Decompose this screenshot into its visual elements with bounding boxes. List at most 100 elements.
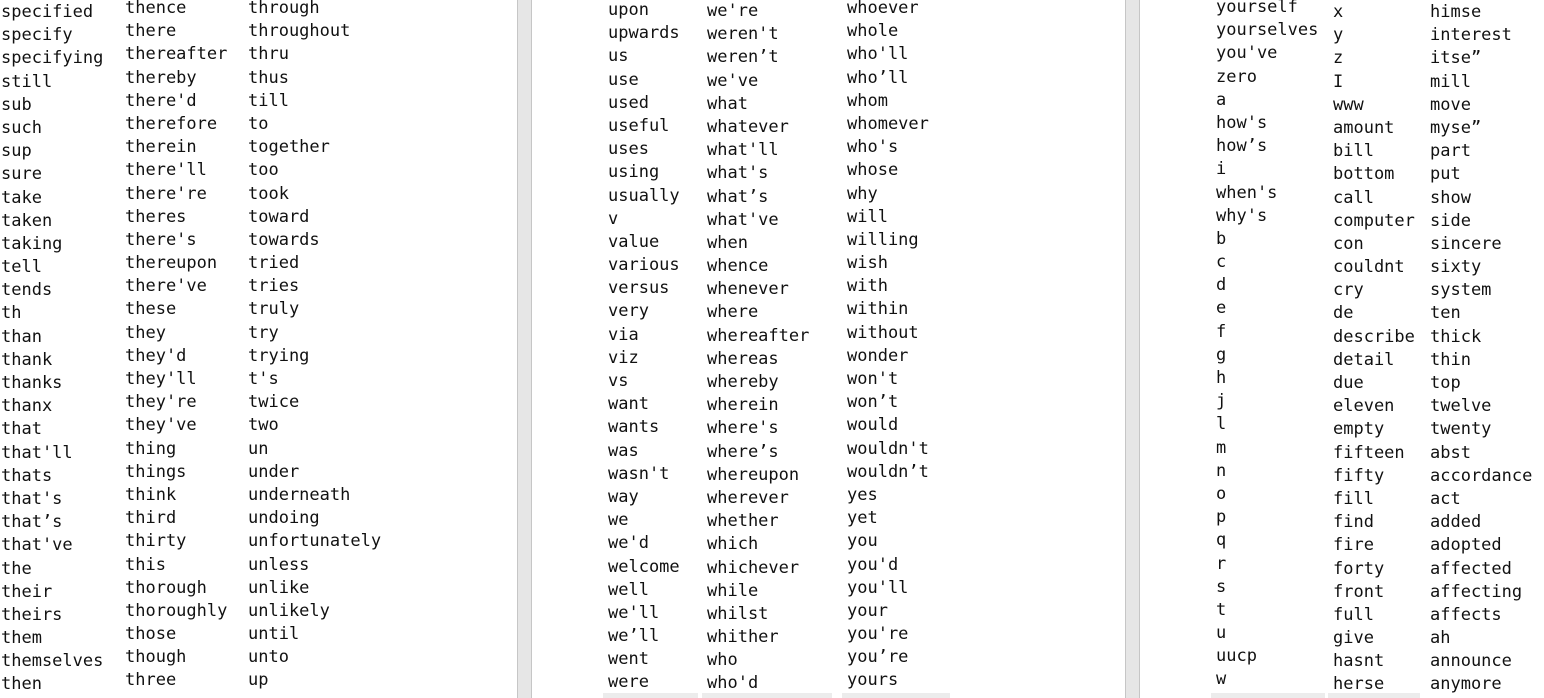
word-item: them	[1, 628, 42, 649]
word-item: v	[608, 208, 619, 229]
word-item: part	[1430, 141, 1471, 162]
word-item: we'll	[608, 602, 660, 623]
word-item: sixty	[1430, 257, 1482, 278]
word-item: whose	[847, 160, 899, 181]
word-item: taken	[1, 210, 53, 231]
word-item: we're	[707, 1, 759, 21]
word-item: want	[608, 394, 649, 415]
word-item: that’s	[1, 512, 63, 533]
word-item: there's	[125, 229, 197, 250]
panel-separator[interactable]	[1125, 0, 1140, 698]
word-item: with	[847, 276, 888, 297]
word-item: ah	[1430, 628, 1451, 649]
word-item: three	[125, 670, 177, 691]
word-item: side	[1430, 210, 1471, 231]
word-item: wouldn't	[847, 438, 929, 459]
word-item: front	[1333, 581, 1385, 602]
word-item: trying	[248, 345, 310, 366]
word-item: sure	[1, 164, 42, 185]
word-item: wish	[847, 253, 888, 274]
word-item: thence	[125, 0, 187, 18]
horizontal-scrollbar[interactable]	[702, 693, 832, 698]
word-item: the	[1, 558, 32, 579]
word-item: various	[608, 255, 680, 276]
word-item: what’s	[707, 186, 769, 207]
word-item: without	[847, 322, 919, 343]
word-item: whereby	[707, 372, 779, 392]
word-item: value	[608, 231, 660, 252]
word-item: whether	[707, 511, 779, 532]
word-item: added	[1430, 512, 1482, 533]
word-item: why's	[1216, 205, 1268, 226]
word-item: such	[1, 117, 42, 138]
word-item: truly	[248, 299, 300, 320]
word-item: specify	[1, 25, 73, 46]
word-item: we	[608, 510, 629, 531]
word-item: two	[248, 415, 279, 436]
word-item: u	[1216, 623, 1227, 644]
word-item: what	[707, 93, 748, 114]
word-item: taking	[1, 233, 63, 254]
word-item: adopted	[1430, 535, 1502, 556]
word-item: wherever	[707, 487, 789, 508]
word-item: where’s	[707, 441, 779, 462]
word-item: how’s	[1216, 136, 1268, 157]
horizontal-scrollbar[interactable]	[603, 693, 698, 698]
word-item: there'd	[125, 90, 197, 111]
word-column: himse interest itse” mill move myse” part put sh…	[1430, 1, 1532, 697]
word-item: when	[707, 232, 748, 253]
word-item: uucp	[1216, 646, 1257, 667]
word-item: g	[1216, 344, 1227, 365]
word-item: whereas	[707, 348, 779, 369]
word-item: you’re	[847, 647, 909, 668]
word-item: this	[125, 554, 166, 575]
word-item: won't	[847, 369, 899, 389]
word-item: there	[125, 21, 177, 42]
word-item: n	[1216, 460, 1227, 481]
word-item: weren't	[707, 24, 779, 45]
word-item: versus	[608, 278, 670, 299]
word-item: r	[1216, 553, 1227, 574]
word-item: you	[847, 531, 878, 552]
horizontal-scrollbar[interactable]	[1211, 693, 1325, 698]
word-item: to	[248, 113, 269, 134]
word-item: towards	[248, 229, 320, 250]
word-item: thus	[248, 67, 289, 88]
word-item: twelve	[1430, 396, 1492, 417]
word-item: till	[248, 90, 289, 111]
word-item: act	[1430, 488, 1461, 509]
word-item: underneath	[248, 484, 351, 505]
panel-separator[interactable]	[517, 0, 532, 698]
word-item: use	[608, 69, 639, 90]
word-item: thin	[1430, 349, 1471, 370]
word-item: itse”	[1430, 48, 1482, 69]
word-item: whomever	[847, 113, 929, 134]
word-item: sincere	[1430, 233, 1502, 254]
word-item: up	[248, 670, 269, 691]
word-item: whilst	[707, 603, 769, 624]
word-item: bottom	[1333, 164, 1395, 185]
word-item: specified	[1, 2, 94, 22]
word-column: yourself yourselves you've zero a how's how’s i…	[1216, 0, 1318, 692]
horizontal-scrollbar[interactable]	[1328, 693, 1420, 698]
word-item: while	[707, 580, 759, 601]
word-item: whereafter	[707, 325, 810, 346]
word-item: s	[1216, 576, 1227, 597]
word-item: therefore	[125, 113, 218, 134]
word-item: describe	[1333, 326, 1415, 347]
word-item: fill	[1333, 488, 1374, 509]
horizontal-scrollbar[interactable]	[842, 693, 950, 698]
word-item: yours	[847, 670, 899, 691]
word-item: d	[1216, 275, 1227, 296]
word-item: we'd	[608, 533, 649, 554]
word-item: tends	[1, 280, 53, 301]
word-item: t	[1216, 599, 1227, 620]
word-item: m	[1216, 437, 1227, 458]
word-item: what'll	[707, 140, 779, 161]
word-item: you'd	[847, 554, 899, 575]
word-item: hasnt	[1333, 651, 1385, 672]
word-item: went	[608, 649, 649, 670]
word-item: interest	[1430, 25, 1512, 46]
word-item: vs	[608, 371, 629, 391]
word-item: thru	[248, 44, 289, 65]
